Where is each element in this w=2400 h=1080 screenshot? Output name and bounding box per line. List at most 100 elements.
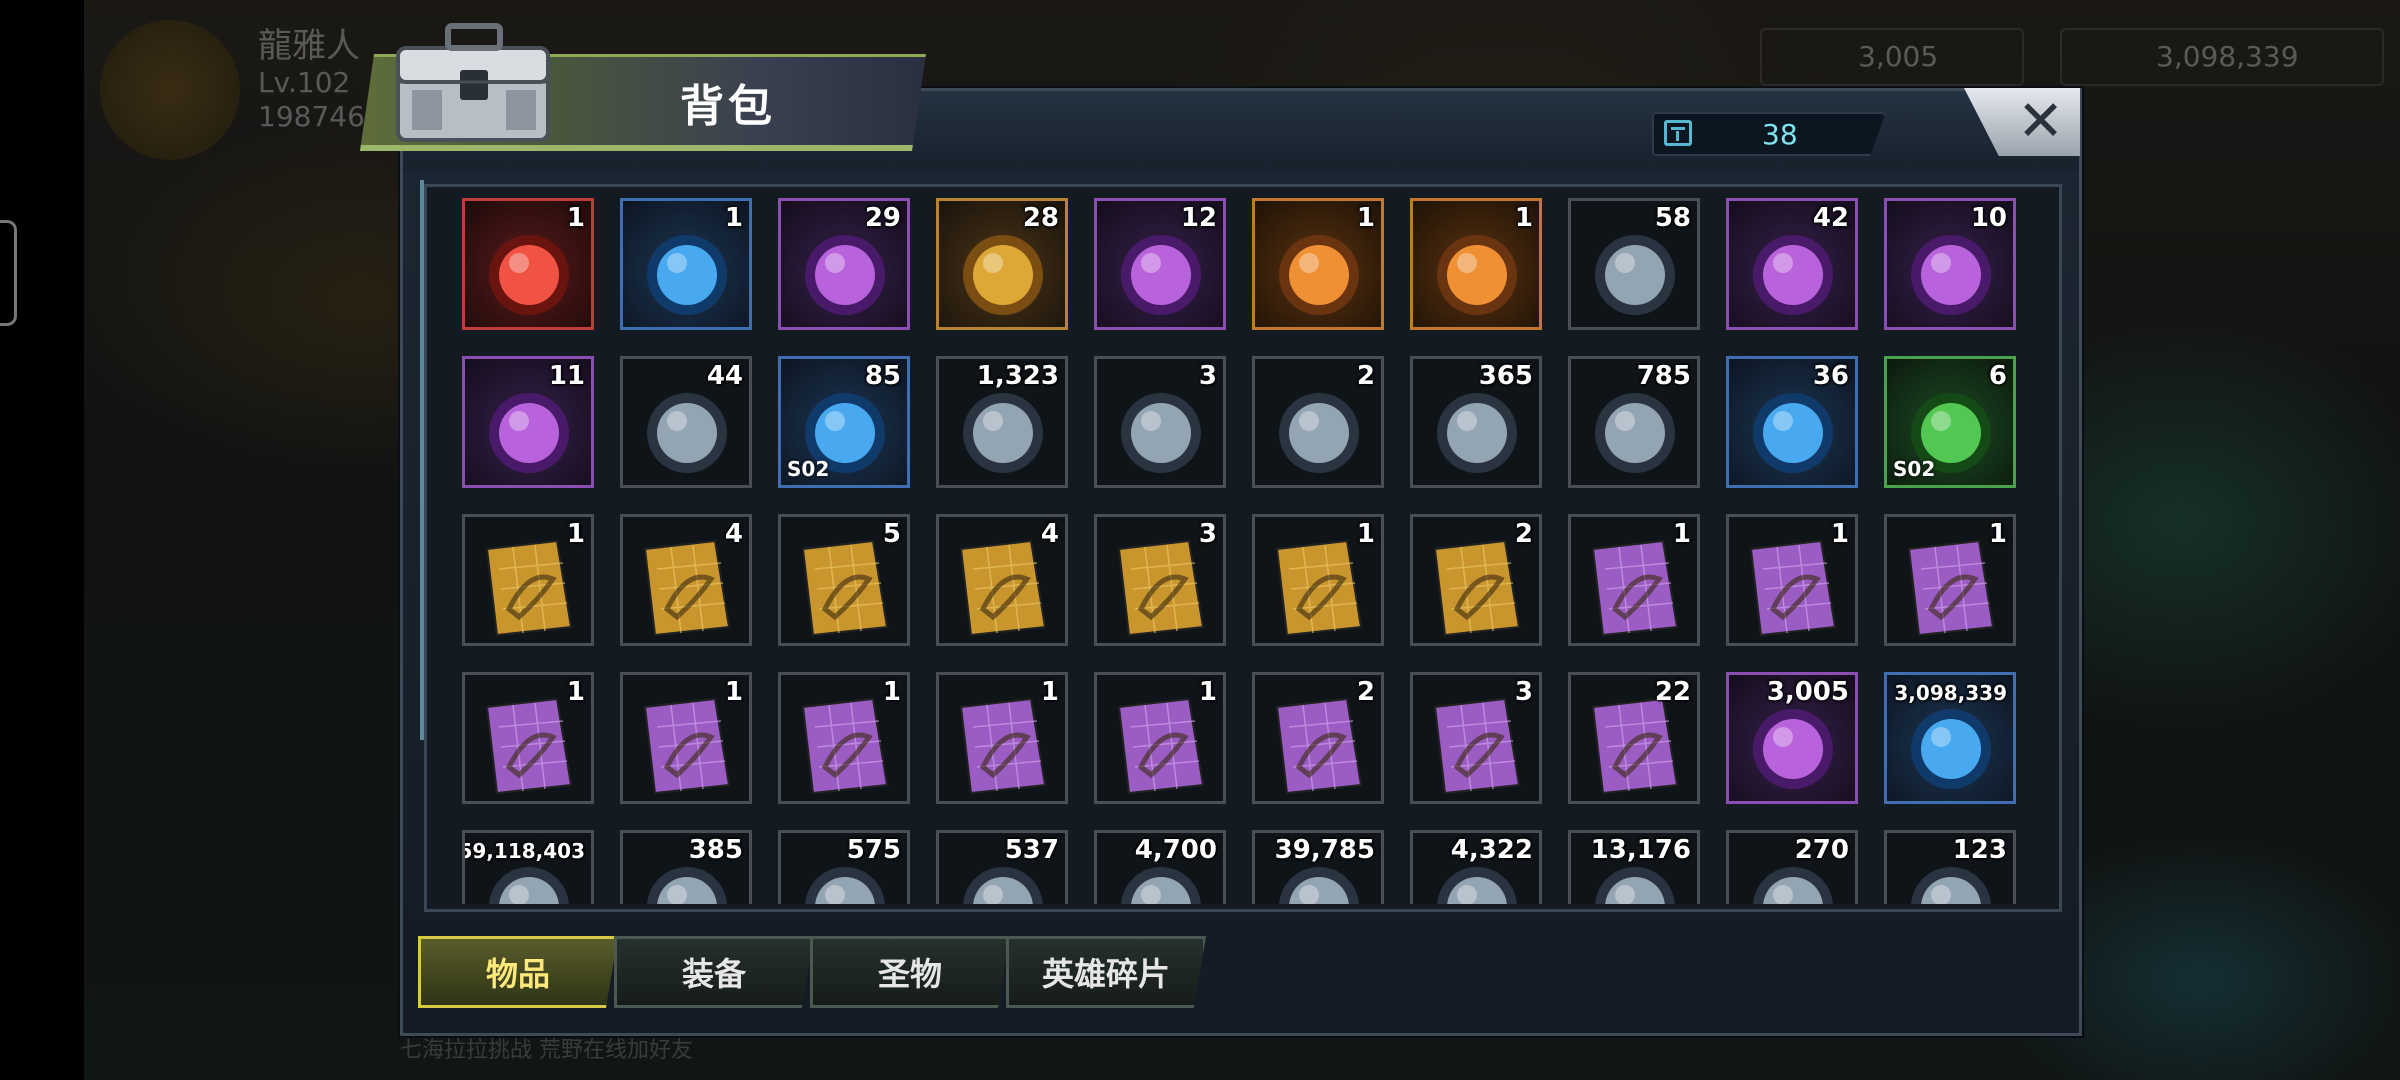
item-count: 12 [1180, 203, 1217, 233]
inventory-slot[interactable]: 1 [778, 672, 910, 804]
tab-equipment[interactable]: 装备 [614, 936, 814, 1008]
inventory-slot[interactable]: 270 [1726, 830, 1858, 904]
item-count: 785 [1636, 361, 1691, 391]
blueprint-revolver-purple-icon [1749, 539, 1837, 637]
inventory-slot[interactable]: 575 [778, 830, 910, 904]
item-count: 3,005 [1766, 677, 1849, 707]
blueprint-hat-icon [801, 539, 889, 637]
bag-capacity: 38 [1652, 112, 1886, 156]
capacity-value: 38 [1762, 118, 1798, 151]
inventory-slot[interactable]: 39,785 [1252, 830, 1384, 904]
inventory-slot[interactable]: 1,323 [936, 356, 1068, 488]
inventory-slot[interactable]: 1 [620, 672, 752, 804]
speedup-12h-icon [1121, 235, 1201, 315]
gold-coins-icon [1911, 709, 1991, 789]
item-count: 3 [1198, 361, 1217, 391]
item-count: 3 [1198, 519, 1217, 549]
inventory-slot[interactable]: 1 [1568, 514, 1700, 646]
inventory-slot[interactable]: 385 [620, 830, 752, 904]
inventory-slot[interactable]: 36 [1726, 356, 1858, 488]
cinema-ticket-icon [963, 393, 1043, 473]
inventory-slot[interactable]: 10 [1884, 198, 2016, 330]
inventory-slot[interactable]: 4,700 [1094, 830, 1226, 904]
red-poker-chip-icon [1437, 393, 1517, 473]
tab-items[interactable]: 物品 [418, 936, 618, 1008]
inventory-slot[interactable]: 22 [1568, 672, 1700, 804]
stopwatch-icon [1121, 393, 1201, 473]
tab-label: 圣物 [877, 955, 942, 993]
item-count: 1 [882, 677, 901, 707]
item-count: 1 [1988, 519, 2007, 549]
inventory-slot[interactable]: S02 85 [778, 356, 910, 488]
inventory-slot[interactable]: 3,098,339 [1884, 672, 2016, 804]
inventory-slot[interactable]: 1 [1252, 514, 1384, 646]
inventory-slot[interactable]: 3 [1094, 356, 1226, 488]
item-count: 10 [1970, 203, 2007, 233]
inventory-slot[interactable]: 2 [1410, 514, 1542, 646]
item-grid[interactable]: 1 1 29 28 12 1 1 58 42 10 11 44 S02 85 1,323 3 2 365 785 36… [436, 192, 2050, 904]
inventory-slot[interactable]: 1 [620, 198, 752, 330]
inventory-slot[interactable]: 58 [1568, 198, 1700, 330]
teleport-device-icon [805, 235, 885, 315]
inventory-slot[interactable]: 28 [936, 198, 1068, 330]
inventory-slot[interactable]: 59,118,403 [462, 830, 594, 904]
inventory-slot[interactable]: 4 [620, 514, 752, 646]
item-count: 270 [1794, 835, 1849, 865]
inventory-slot[interactable]: 365 [1410, 356, 1542, 488]
police-badge-icon [647, 393, 727, 473]
inventory-slot[interactable]: 1 [936, 672, 1068, 804]
inventory-slot[interactable]: 5 [778, 514, 910, 646]
inventory-slot[interactable]: 1 [1410, 198, 1542, 330]
item-count: 4 [724, 519, 743, 549]
inventory-slot[interactable]: 1 [1252, 198, 1384, 330]
film-reel-icon [1753, 235, 1833, 315]
item-count: 537 [1004, 835, 1059, 865]
inventory-slot[interactable]: 1 [462, 672, 594, 804]
blueprint-revolver-icon [1433, 539, 1521, 637]
item-count: 39,785 [1274, 835, 1375, 865]
tab-hero-shards[interactable]: 英雄碎片 [1006, 936, 1206, 1008]
inventory-slot[interactable]: 1 [1726, 514, 1858, 646]
scrollbar[interactable] [420, 180, 424, 740]
bag-icon [1664, 120, 1692, 146]
item-count: 1,323 [976, 361, 1059, 391]
blueprint-boots-purple-icon [1117, 697, 1205, 795]
inventory-slot[interactable]: 1 [1884, 514, 2016, 646]
item-count: 2 [1356, 677, 1375, 707]
inventory-slot[interactable]: 11 [462, 356, 594, 488]
inventory-slot[interactable]: 44 [620, 356, 752, 488]
inventory-slot[interactable]: 4 [936, 514, 1068, 646]
inventory-slot[interactable]: S02 6 [1884, 356, 2016, 488]
side-handle[interactable] [0, 220, 17, 326]
inventory-slot[interactable]: 2 [1252, 672, 1384, 804]
item-count: 3 [1514, 677, 1533, 707]
inventory-slot[interactable]: 1 [462, 198, 594, 330]
item-count: 42 [1812, 203, 1849, 233]
inventory-slot[interactable]: 13,176 [1568, 830, 1700, 904]
chest-icon [396, 23, 550, 142]
item-count: 2 [1356, 361, 1375, 391]
season-badge: S02 [1893, 457, 1936, 481]
inventory-slot[interactable]: 1 [462, 514, 594, 646]
green-emblem-icon [1279, 235, 1359, 315]
inventory-slot[interactable]: 3 [1410, 672, 1542, 804]
item-count: 29 [864, 203, 901, 233]
inventory-slot[interactable]: 785 [1568, 356, 1700, 488]
inventory-slot[interactable]: 123 [1884, 830, 2016, 904]
inventory-slot[interactable]: 4,322 [1410, 830, 1542, 904]
inventory-slot[interactable]: 12 [1094, 198, 1226, 330]
item-count: 22 [1654, 677, 1691, 707]
blueprint-hat-purple-icon [1433, 697, 1521, 795]
tab-label: 英雄碎片 [1041, 955, 1170, 993]
item-count: 4 [1040, 519, 1059, 549]
blue-chest-iv-icon [647, 235, 727, 315]
inventory-slot[interactable]: 42 [1726, 198, 1858, 330]
inventory-slot[interactable]: 1 [1094, 672, 1226, 804]
tab-relics[interactable]: 圣物 [810, 936, 1010, 1008]
item-count: 5 [882, 519, 901, 549]
inventory-slot[interactable]: 3 [1094, 514, 1226, 646]
inventory-slot[interactable]: 537 [936, 830, 1068, 904]
inventory-slot[interactable]: 29 [778, 198, 910, 330]
inventory-slot[interactable]: 2 [1252, 356, 1384, 488]
inventory-slot[interactable]: 3,005 [1726, 672, 1858, 804]
